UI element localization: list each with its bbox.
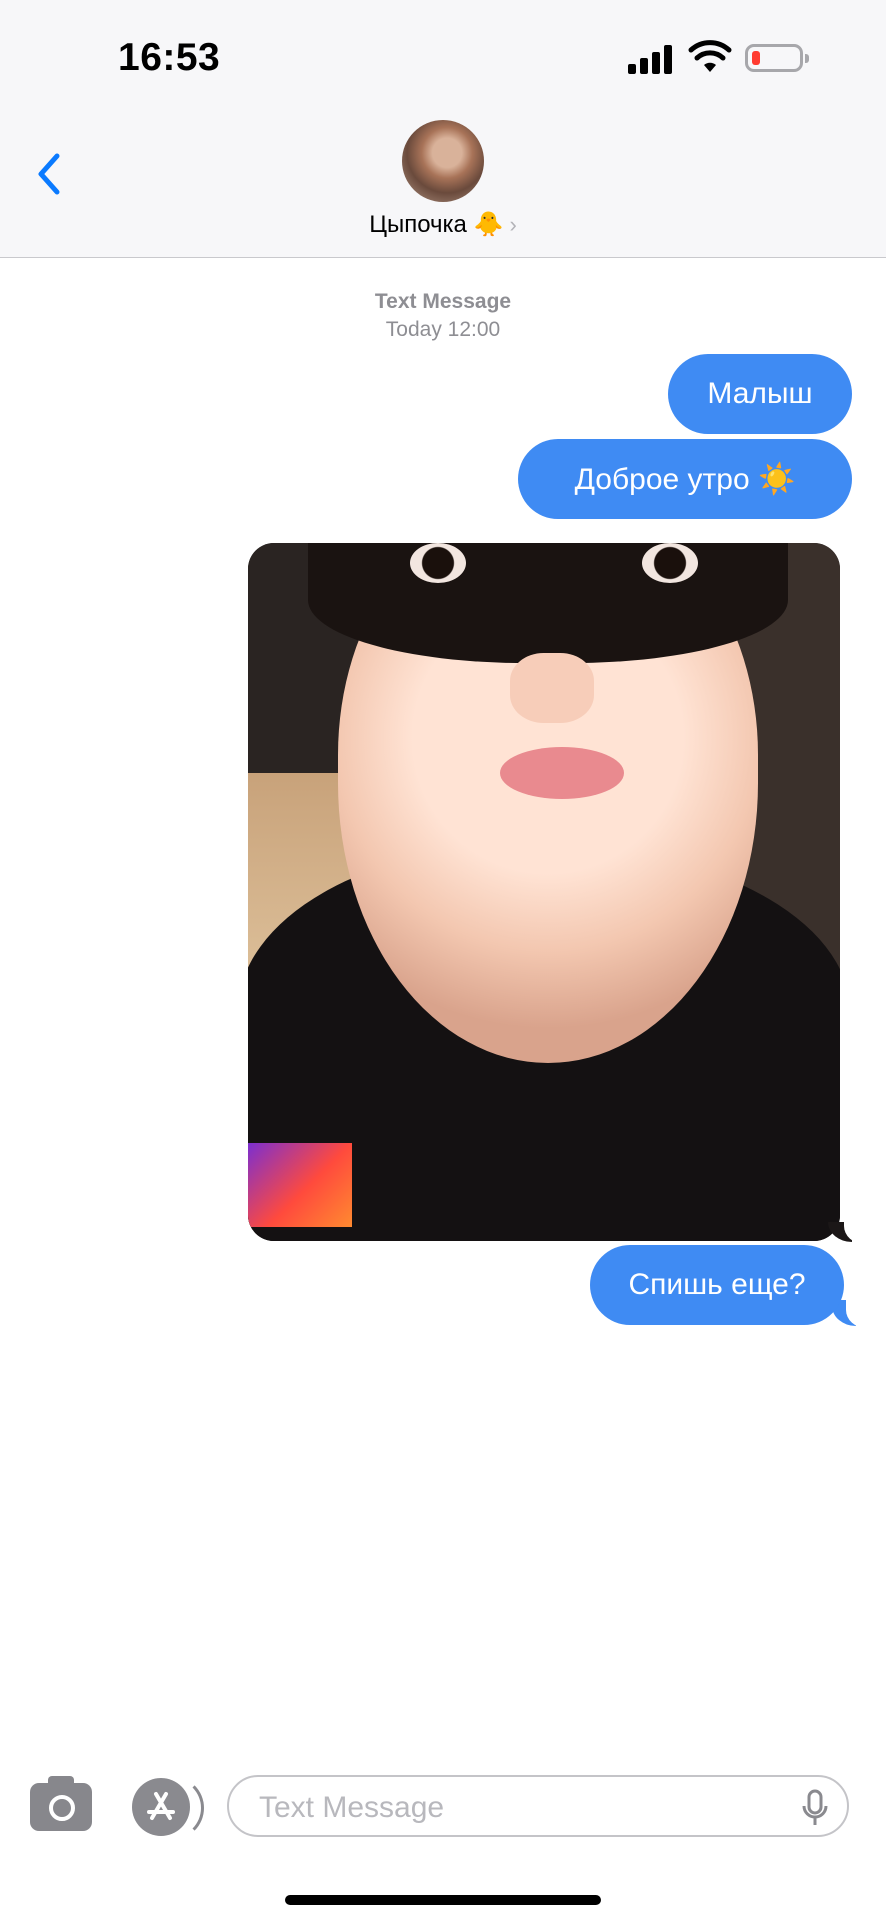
contact-name-button[interactable]: Цыпочка 🐥 › [0,210,886,239]
home-indicator[interactable] [285,1895,601,1905]
message-bubble[interactable]: Доброе утро ☀️ [518,439,852,519]
app-store-button[interactable] [132,1776,204,1840]
photo-attachment[interactable] [248,543,840,1241]
contact-name: Цыпочка 🐥 [369,211,504,238]
message-input[interactable]: Text Message [227,1775,849,1837]
battery-icon [745,44,809,72]
status-time: 16:53 [118,36,221,79]
wifi-icon [688,40,732,72]
conversation-header: Цыпочка 🐥 › [0,110,886,258]
conversation-meta: Text Message Today 12:00 [0,288,886,344]
status-bar: 16:53 [0,0,886,110]
contact-avatar[interactable] [402,120,484,202]
camera-button[interactable] [30,1776,92,1831]
chevron-right-icon: › [509,212,517,237]
message-bubble[interactable]: Спишь еще? [590,1245,844,1325]
message-bubble[interactable]: Малыш [668,354,852,434]
back-button[interactable] [24,146,74,202]
chevron-left-icon [38,153,60,195]
service-label: Text Message [374,290,512,313]
cellular-signal-icon [628,44,674,74]
message-input-placeholder: Text Message [259,1791,445,1824]
timestamp: Today 12:00 [385,318,501,341]
camera-icon [49,1795,75,1821]
microphone-icon[interactable] [801,1789,829,1827]
